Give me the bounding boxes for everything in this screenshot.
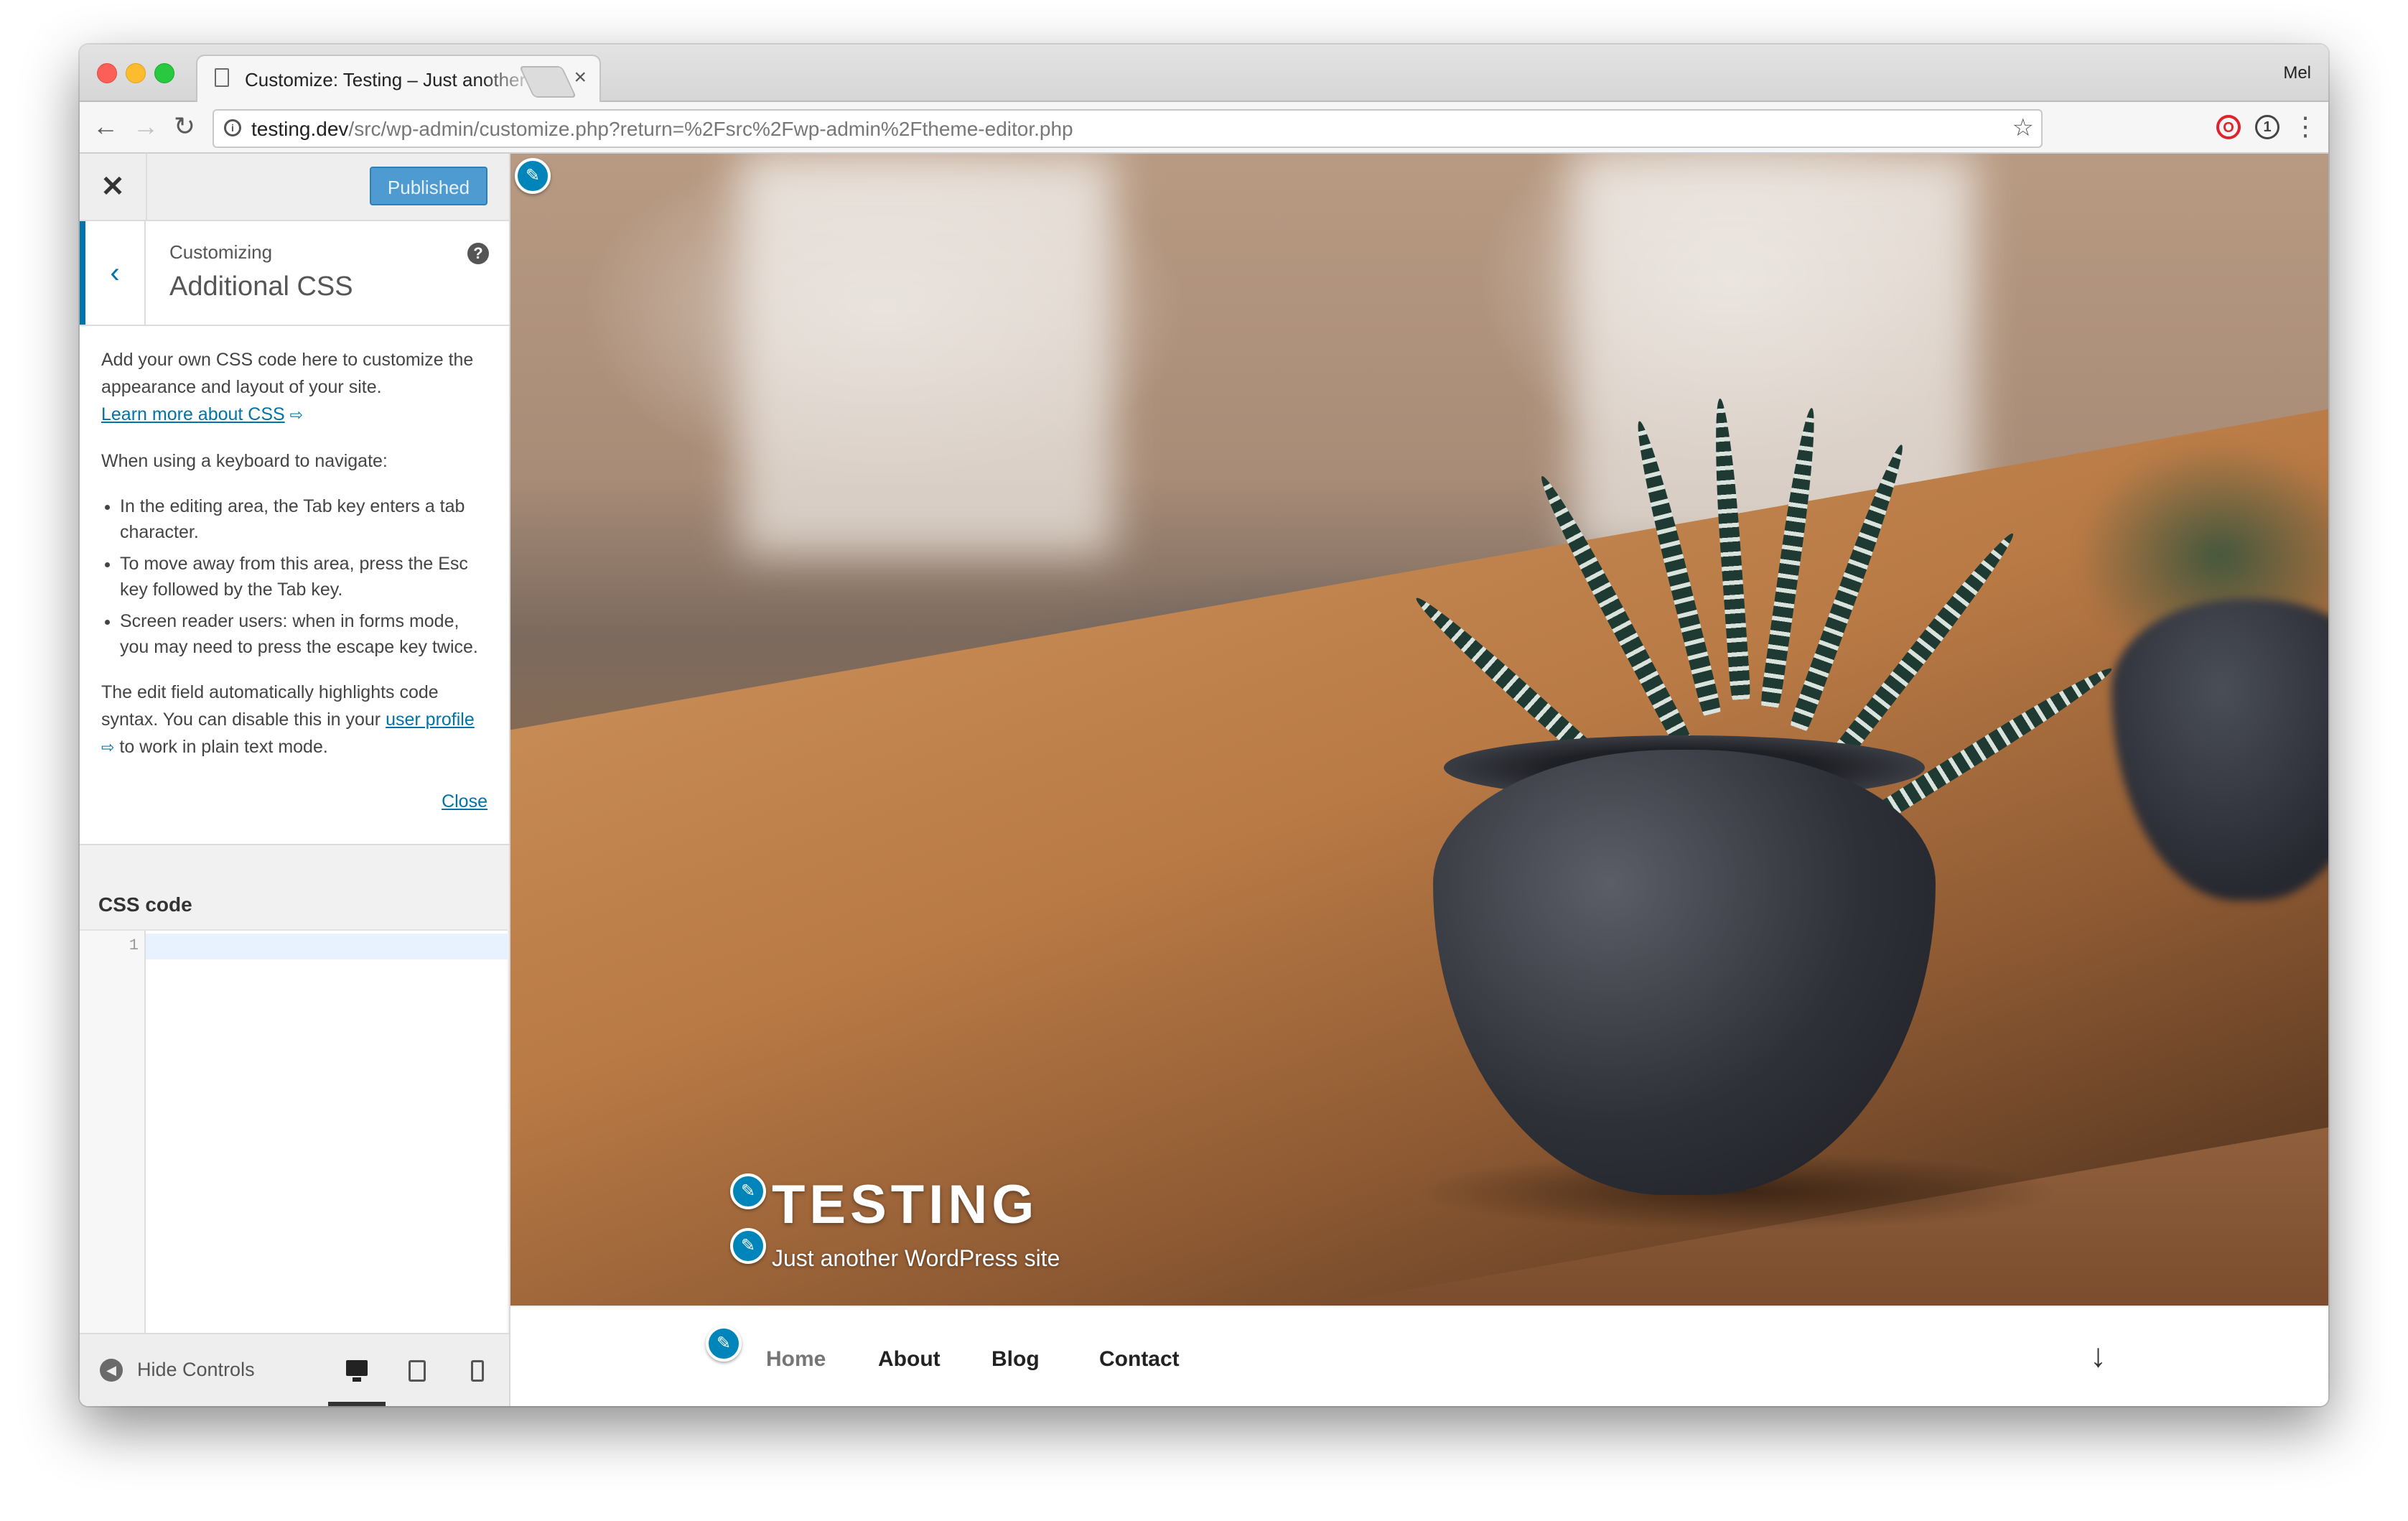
section-title: Additional CSS (169, 271, 353, 302)
browser-toolbar: ← → ↻ i testing.dev/src/wp-admin/customi… (80, 102, 2328, 154)
external-link-icon: ⇨ (289, 406, 304, 424)
tab-title: Customize: Testing – Just another WordPr… (245, 69, 539, 90)
opera-extension-icon[interactable]: O (2216, 115, 2241, 139)
published-button[interactable]: Published (370, 167, 487, 205)
nav-item-contact[interactable]: Contact (1099, 1347, 1180, 1372)
edit-tagline-icon[interactable]: ✎ (730, 1228, 766, 1264)
intro-text: Add your own CSS code here to customize … (101, 350, 474, 397)
keyboard-heading: When using a keyboard to navigate: (101, 451, 388, 471)
learn-more-css-link[interactable]: Learn more about CSS (101, 404, 285, 424)
forward-icon[interactable]: → (131, 111, 160, 142)
profile-name[interactable]: Mel (2283, 63, 2311, 83)
document-icon (215, 68, 229, 87)
browser-menu-icon[interactable]: ⋮ (2292, 109, 2318, 144)
user-profile-link[interactable]: user profile (386, 710, 475, 730)
edit-menu-icon[interactable]: ✎ (706, 1326, 742, 1362)
external-link-icon: ⇨ (101, 738, 115, 756)
header-image: ✎ ✎ ✎ TESTING Just another WordPress sit… (510, 154, 2328, 1306)
site-tagline: Just another WordPress site (772, 1245, 1060, 1271)
site-title[interactable]: TESTING (772, 1173, 1038, 1236)
nav-item-home[interactable]: Home (766, 1347, 826, 1372)
window-minimize-button[interactable] (126, 63, 146, 83)
customizer-footer: ◀ Hide Controls (80, 1333, 509, 1406)
password-manager-extension-icon[interactable]: 1 (2255, 115, 2279, 139)
url-host: testing.dev (251, 118, 349, 140)
site-preview[interactable]: ✎ ✎ ✎ TESTING Just another WordPress sit… (510, 154, 2328, 1406)
section-title-bar: ‹ Customizing Additional CSS ? (80, 221, 509, 326)
mobile-preview-button[interactable] (449, 1349, 506, 1406)
list-item: In the editing area, the Tab key enters … (120, 493, 487, 545)
address-bar[interactable]: i testing.dev/src/wp-admin/customize.php… (213, 109, 2043, 148)
browser-window: Customize: Testing – Just another WordPr… (80, 45, 2328, 1406)
reload-icon[interactable]: ↻ (170, 111, 199, 142)
nav-item-about[interactable]: About (878, 1347, 941, 1372)
list-item: To move away from this area, press the E… (120, 551, 487, 603)
customizing-label: Customizing (169, 241, 273, 263)
scroll-down-arrow-icon[interactable]: ↓ (2090, 1336, 2106, 1375)
url-path: /src/wp-admin/customize.php?return=%2Fsr… (348, 118, 1073, 140)
line-number-gutter: 1 (80, 931, 146, 1336)
edit-site-title-icon[interactable]: ✎ (730, 1173, 766, 1209)
edit-header-image-icon[interactable]: ✎ (515, 158, 551, 194)
site-navigation: ✎ Home About Blog Contact ↓ (510, 1306, 2328, 1406)
active-line-highlight[interactable] (146, 934, 508, 959)
line-number: 1 (129, 936, 139, 954)
desktop-preview-button[interactable] (328, 1349, 386, 1406)
help-icon[interactable]: ? (467, 243, 489, 264)
mobile-icon (471, 1360, 484, 1382)
desktop-icon (346, 1360, 368, 1382)
highlight-text-post: to work in plain text mode. (114, 737, 328, 757)
site-info-icon[interactable]: i (224, 119, 241, 136)
css-code-editor[interactable]: 1 (80, 929, 508, 1336)
url-text: testing.dev/src/wp-admin/customize.php?r… (251, 118, 1073, 141)
description-intro: Add your own CSS code here to customize … (101, 346, 487, 429)
nav-item-blog[interactable]: Blog (991, 1347, 1040, 1372)
tablet-icon (409, 1360, 426, 1382)
window-maximize-button[interactable] (154, 63, 174, 83)
back-chevron-icon[interactable]: ‹ (80, 221, 146, 325)
tab-bar: Customize: Testing – Just another WordPr… (80, 45, 2328, 103)
css-code-label: CSS code (98, 893, 192, 916)
close-description-link[interactable]: Close (442, 788, 487, 815)
section-description: Add your own CSS code here to customize … (80, 326, 509, 845)
bookmark-star-icon[interactable]: ☆ (2012, 113, 2034, 142)
customizer-sidebar: ✕ Published ‹ Customizing Additional CSS… (80, 154, 510, 1406)
back-icon[interactable]: ← (91, 111, 120, 142)
tablet-preview-button[interactable] (388, 1349, 446, 1406)
hide-controls-label[interactable]: Hide Controls (137, 1359, 255, 1381)
tab-close-icon[interactable]: × (574, 66, 587, 89)
list-item: Screen reader users: when in forms mode,… (120, 608, 487, 660)
keyboard-tips-list: In the editing area, the Tab key enters … (101, 493, 487, 660)
highlight-note: The edit field automatically highlights … (101, 679, 487, 761)
hide-controls-icon[interactable]: ◀ (100, 1359, 123, 1382)
customizer-header: ✕ Published (80, 154, 509, 221)
close-customizer-icon[interactable]: ✕ (80, 154, 147, 220)
window-close-button[interactable] (97, 63, 117, 83)
background-window-blur (740, 154, 1114, 556)
